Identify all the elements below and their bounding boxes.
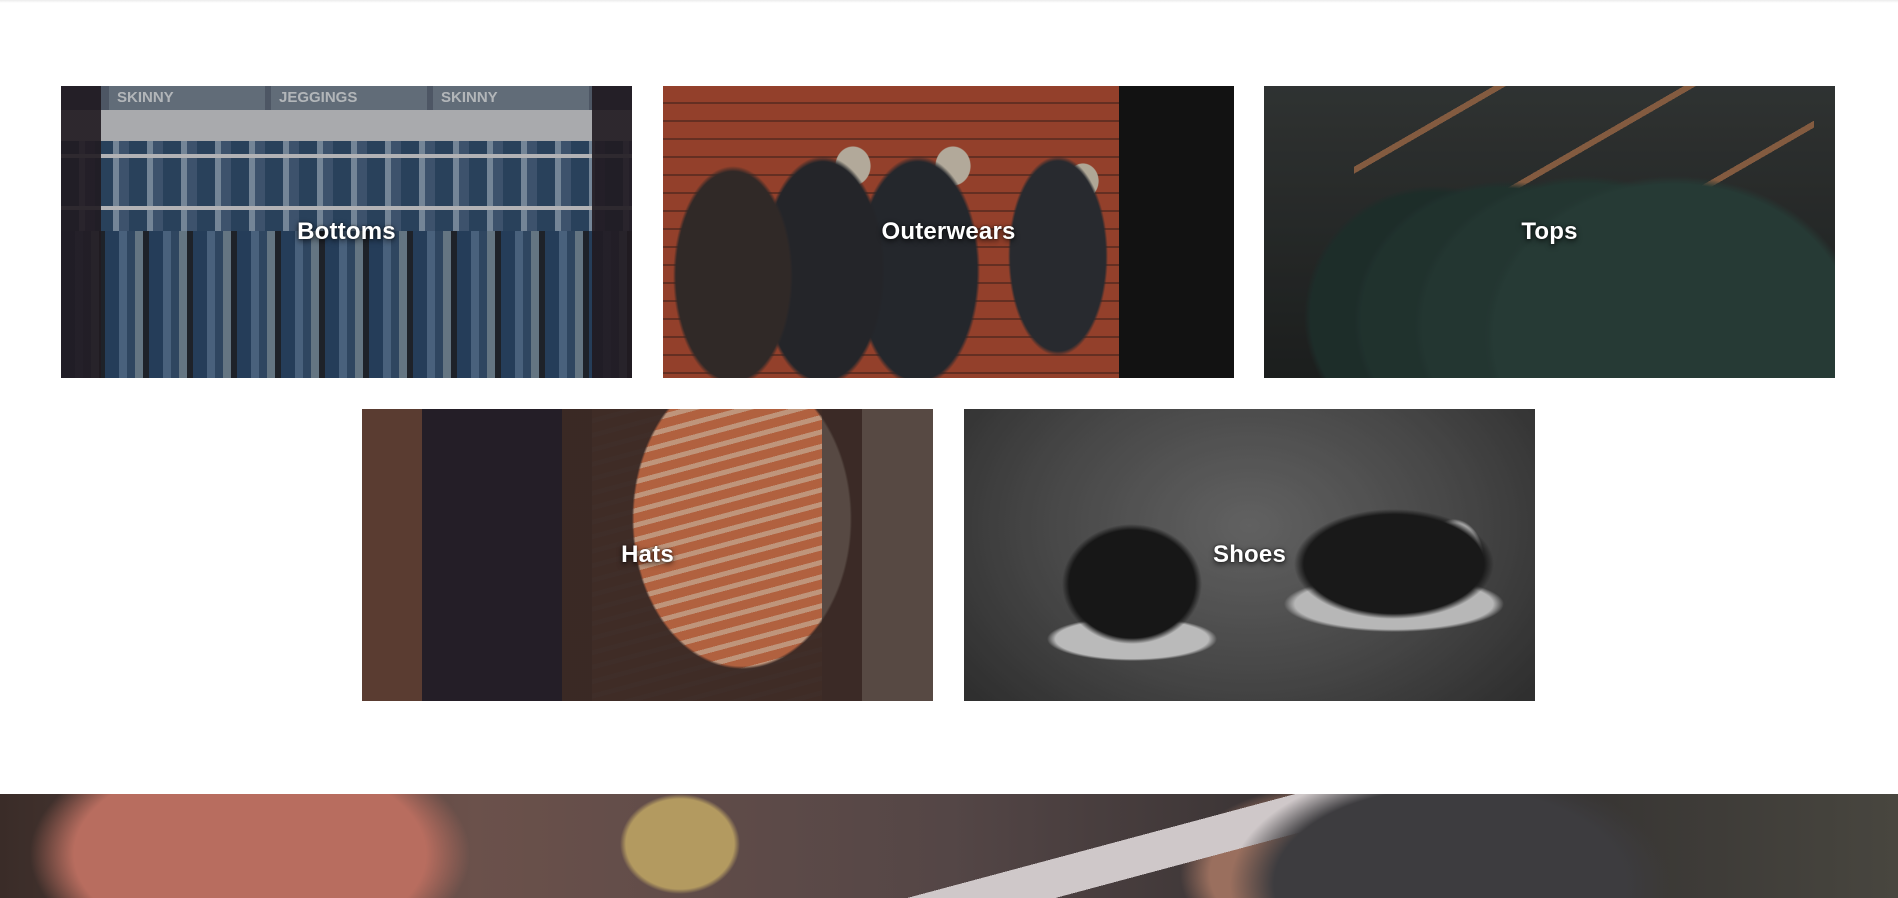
hero-banner-image	[0, 794, 1898, 898]
category-label: Shoes	[1212, 541, 1287, 568]
category-tile-shoes[interactable]: Shoes	[964, 409, 1535, 701]
category-label: Outerwears	[881, 218, 1016, 245]
category-grid: SKINNY JEGGINGS SKINNY Bottoms Outerwear…	[0, 0, 1898, 790]
category-label: Tops	[1521, 218, 1578, 245]
category-tile-outerwears[interactable]: Outerwears	[663, 86, 1234, 378]
category-tile-bottoms[interactable]: SKINNY JEGGINGS SKINNY Bottoms	[61, 86, 632, 378]
category-tile-tops[interactable]: Tops	[1264, 86, 1835, 378]
category-tile-hats[interactable]: Hats	[362, 409, 933, 701]
category-label: Hats	[621, 541, 674, 568]
category-label: Bottoms	[297, 218, 396, 245]
